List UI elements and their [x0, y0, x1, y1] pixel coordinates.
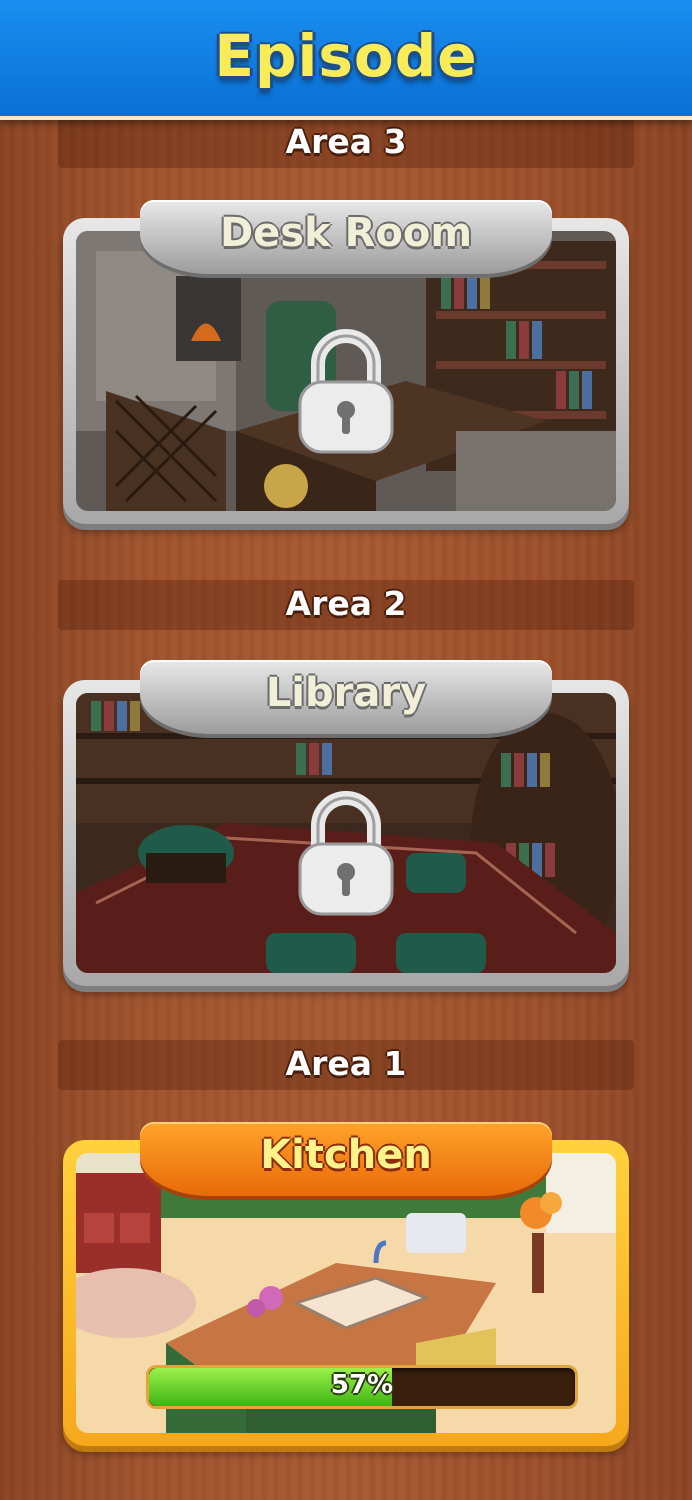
area-3-header: Area 3 [58, 118, 634, 168]
padlock-icon [298, 791, 394, 916]
area-1-header: Area 1 [58, 1040, 634, 1090]
area-1-label: Area 1 [285, 1044, 407, 1083]
page-title: Episode [214, 22, 478, 90]
area-2-header: Area 2 [58, 580, 634, 630]
kitchen-progress-bar: 57% [146, 1365, 578, 1409]
kitchen-progress-text: 57% [330, 1370, 394, 1400]
kitchen-title: Kitchen [260, 1132, 432, 1178]
padlock-icon [298, 329, 394, 454]
area-2-label: Area 2 [285, 584, 407, 623]
desk-room-banner: Desk Room [140, 200, 552, 274]
library-title: Library [265, 670, 427, 716]
kitchen-banner: Kitchen [140, 1122, 552, 1196]
area-3-label: Area 3 [285, 122, 407, 161]
library-banner: Library [140, 660, 552, 734]
desk-room-title: Desk Room [219, 210, 473, 256]
library-scene [76, 693, 616, 973]
header-bar: Episode [0, 0, 692, 120]
